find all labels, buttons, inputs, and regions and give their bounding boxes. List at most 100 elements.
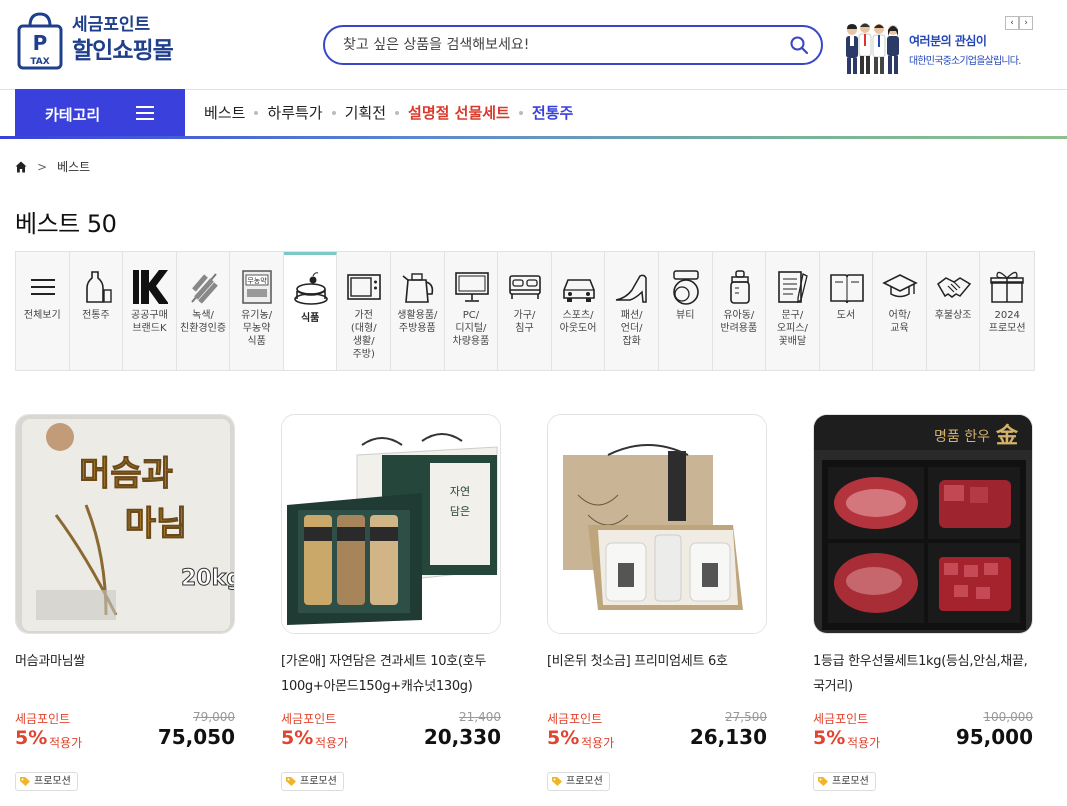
bottle-icon: [729, 270, 750, 304]
discount-rate: 5%: [813, 727, 846, 749]
tag-icon: [20, 777, 30, 786]
category-label: PC/ 디지털/ 차량용품: [452, 310, 490, 347]
category-book[interactable]: 도서: [820, 252, 874, 370]
nav-underline: [0, 136, 1067, 139]
menu-icon: [31, 279, 55, 295]
category-graduation[interactable]: 어학/ 교육: [873, 252, 927, 370]
sme-banner[interactable]: 여러분의 관심이 대한민국중소기업을살립니다. ‹ ›: [843, 16, 1043, 78]
sale-price: 26,130: [689, 725, 767, 749]
product-image[interactable]: 명품 한우 金: [813, 414, 1033, 634]
site-logo[interactable]: P TAX 세금포인트 할인쇼핑몰: [16, 10, 174, 70]
category-monitor[interactable]: PC/ 디지털/ 차량용품: [445, 252, 499, 370]
liquor-icon: [85, 271, 112, 303]
category-microwave[interactable]: 가전 (대형/ 생활/ 주방): [337, 252, 392, 370]
product-name[interactable]: 1등급 한우선물세트1kg(등심,안심,채끝,국거리): [813, 649, 1033, 701]
sale-price: 95,000: [955, 725, 1033, 749]
product-image[interactable]: 머슴과마님 20kg: [15, 414, 235, 634]
product-card[interactable]: 머슴과마님 20kg 머슴과마님쌀세금포인트 79,000 5%적용가 75,050 프로모…: [15, 414, 235, 791]
brand-k-icon: [133, 270, 169, 304]
discount-rate: 5%: [281, 727, 314, 749]
logo-bag-letter: P: [33, 31, 48, 55]
nav-link-2[interactable]: 기획전: [345, 102, 386, 123]
nut-gift-set-image: 자연담은: [282, 415, 500, 633]
home-icon[interactable]: [15, 161, 27, 173]
kettle-icon: [402, 273, 434, 303]
category-label: 스포츠/ 아웃도어: [559, 310, 597, 334]
site-header: P TAX 세금포인트 할인쇼핑몰 찾고 싶은 상품을 검색해보세요! 여러분의…: [0, 0, 1067, 89]
category-label: 어학/ 교육: [888, 310, 911, 334]
search-icon[interactable]: [789, 35, 809, 55]
nav-link-1[interactable]: 하루특가: [267, 102, 322, 123]
banner-prev-button[interactable]: ‹: [1005, 16, 1019, 30]
category-compact[interactable]: 뷰티: [659, 252, 713, 370]
nav-separator-dot: [254, 110, 259, 115]
category-gift[interactable]: 2024 프로모션: [980, 252, 1034, 370]
search-input[interactable]: [343, 35, 773, 55]
category-cake[interactable]: 식품: [283, 252, 338, 370]
product-price-block: 세금포인트 27,500 5% 적용가 26,130: [547, 710, 767, 755]
shopping-bag-icon: P TAX: [17, 12, 63, 70]
category-liquor[interactable]: 전통주: [70, 252, 124, 370]
svg-text:명품 한우: 명품 한우: [934, 429, 990, 445]
category-organic[interactable]: 무농약 유기농/ 무농약 식품: [230, 252, 284, 370]
svg-text:머슴과: 머슴과: [79, 454, 173, 494]
nav-separator-dot: [518, 110, 523, 115]
logo-title: 할인쇼핑몰: [72, 38, 174, 64]
category-brand-k[interactable]: 공공구매 브랜드K: [123, 252, 177, 370]
category-bed[interactable]: 가구/ 침구: [498, 252, 552, 370]
promotion-badge: 프로모션: [15, 772, 78, 791]
product-card[interactable]: 자연 담은 [가온애] 자연담은 견과세트 10호(호두100g+아몬드150g+캐…: [281, 414, 501, 791]
product-name[interactable]: 머슴과마님쌀: [15, 649, 235, 701]
product-image[interactable]: [547, 414, 767, 634]
category-label: 가전 (대형/ 생활/ 주방): [350, 310, 377, 360]
category-strip: 전체보기 전통주 공공구매 브랜드K 녹색/ 친환경인증 무농약 유기농/ 무농약 식품식…: [15, 251, 1035, 371]
discount-rate-suffix: 적용가: [581, 736, 615, 750]
hanwoo-gift-set-image: 명품 한우 金: [814, 415, 1032, 633]
svg-text:담은: 담은: [450, 505, 470, 518]
category-menu[interactable]: 전체보기: [16, 252, 70, 370]
nav-link-4[interactable]: 전통주: [532, 102, 573, 123]
original-price: 21,400: [459, 710, 501, 724]
salt-gift-set-image: [548, 415, 766, 633]
microwave-icon: [347, 274, 382, 300]
category-car[interactable]: 스포츠/ 아웃도어: [552, 252, 606, 370]
discount-rate: 5%: [15, 727, 48, 749]
category-kettle[interactable]: 생활용품/ 주방용품: [391, 252, 445, 370]
tax-point-label: 세금포인트: [813, 712, 869, 726]
bed-icon: [509, 275, 542, 299]
original-price: 100,000: [983, 710, 1033, 724]
nav-link-0[interactable]: 베스트: [204, 102, 245, 123]
category-label: 도서: [836, 310, 856, 321]
svg-text:무농약: 무농약: [248, 276, 268, 285]
product-image[interactable]: 자연 담은: [281, 414, 501, 634]
search-bar: [323, 25, 823, 65]
business-people-image: [846, 23, 899, 74]
promotion-badge-label: 프로모션: [34, 776, 71, 787]
logo-bag-label: TAX: [30, 57, 49, 67]
svg-text:20kg: 20kg: [181, 566, 235, 591]
organic-icon: 무농약: [242, 270, 273, 304]
tag-icon: [552, 777, 562, 786]
category-leaf[interactable]: 녹색/ 친환경인증: [177, 252, 231, 370]
nav-link-3[interactable]: 설명절 선물세트: [408, 102, 510, 123]
product-card[interactable]: [비온뒤 첫소금] 프리미엄세트 6호 세금포인트 27,500 5% 적용가 26,13…: [547, 414, 767, 791]
category-notepad[interactable]: 문구/ 오피스/ 꽃배달: [766, 252, 820, 370]
product-card[interactable]: 명품 한우 金 1등급 한우선물세트1kg(등심,안심,채끝,국거리) 세금포인트 10…: [813, 414, 1033, 791]
category-menu-button[interactable]: 카테고리: [15, 89, 185, 138]
product-price-block: 세금포인트 21,400 5% 적용가 20,330: [281, 710, 501, 755]
category-heel[interactable]: 패션/ 언더/ 잡화: [605, 252, 659, 370]
product-name[interactable]: [가온애] 자연담은 견과세트 10호(호두100g+아몬드150g+캐슈넛13…: [281, 649, 501, 701]
category-handshake[interactable]: 후불상조: [927, 252, 981, 370]
discount-rate: 5%: [547, 727, 580, 749]
category-label: 식품: [300, 313, 320, 324]
category-bottle[interactable]: 유아동/ 반려용품: [713, 252, 767, 370]
banner-next-button[interactable]: ›: [1019, 16, 1033, 30]
tax-point-label: 세금포인트: [547, 712, 603, 726]
category-label: 패션/ 언더/ 잡화: [620, 310, 643, 347]
discount-rate-suffix: 적용가: [847, 736, 881, 750]
sale-price: 20,330: [423, 725, 501, 749]
cake-icon: [294, 272, 328, 305]
product-name[interactable]: [비온뒤 첫소금] 프리미엄세트 6호: [547, 649, 767, 701]
handshake-icon: [936, 277, 971, 298]
breadcrumb-current[interactable]: 베스트: [57, 158, 90, 175]
